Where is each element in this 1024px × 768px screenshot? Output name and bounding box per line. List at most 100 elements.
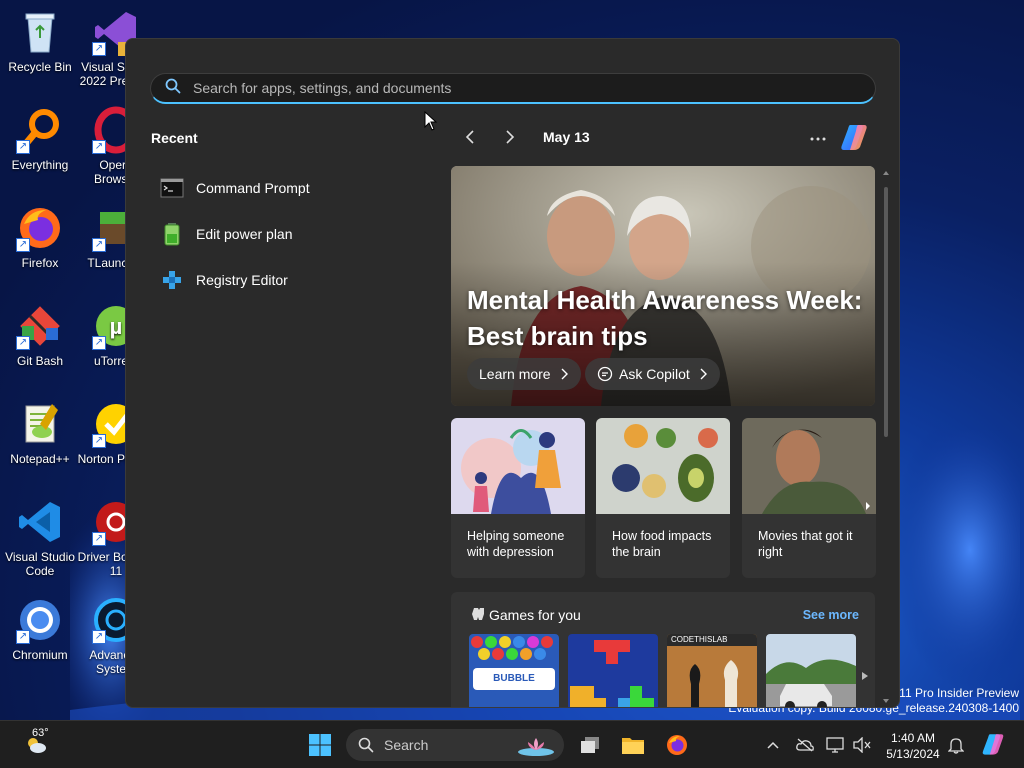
desktop-icon-label: Visual Studio Code bbox=[5, 550, 75, 578]
copilot-taskbar-button[interactable] bbox=[980, 731, 1006, 757]
clock-date: 5/13/2024 bbox=[886, 747, 940, 761]
copilot-icon bbox=[982, 734, 1004, 755]
file-explorer-button[interactable] bbox=[613, 725, 653, 765]
desktop-icon-recycle-bin[interactable]: Recycle Bin bbox=[0, 8, 80, 74]
search-icon bbox=[358, 737, 374, 753]
show-hidden-icons-button[interactable] bbox=[763, 735, 783, 755]
network-tray-button[interactable] bbox=[825, 735, 845, 755]
weather-temp: 63° bbox=[32, 727, 49, 739]
desktop-icon-label: Notepad++ bbox=[10, 452, 70, 466]
shortcut-arrow-icon: ↗ bbox=[92, 532, 106, 546]
chevron-right-icon bbox=[506, 130, 515, 144]
recent-item-edit-power-plan[interactable]: Edit power plan bbox=[160, 211, 410, 257]
volume-tray-button[interactable] bbox=[852, 735, 872, 755]
scrollbar-thumb[interactable] bbox=[884, 187, 888, 437]
shortcut-arrow-icon: ↗ bbox=[92, 140, 106, 154]
start-search-box[interactable] bbox=[150, 73, 876, 104]
search-highlight-lotus-icon bbox=[518, 738, 554, 756]
speaker-muted-icon bbox=[853, 737, 871, 753]
recent-item-label: Command Prompt bbox=[196, 180, 310, 196]
desktop-icon-everything[interactable]: ↗ Everything bbox=[0, 106, 80, 172]
recent-list: Command Prompt Edit power plan Registry … bbox=[160, 165, 410, 303]
feed-back-button[interactable] bbox=[459, 126, 481, 148]
card-caption: Movies that got it right bbox=[758, 529, 853, 559]
learn-more-button[interactable]: Learn more bbox=[467, 358, 581, 390]
vscode-icon bbox=[16, 498, 64, 546]
firefox-taskbar-button[interactable] bbox=[657, 725, 697, 765]
start-button[interactable] bbox=[300, 725, 340, 765]
taskbar-search-label: Search bbox=[384, 737, 429, 753]
search-icon bbox=[165, 78, 181, 99]
games-section: Games for you See more BUBBLE SHOOTER CO… bbox=[451, 592, 875, 707]
chevron-left-icon bbox=[465, 130, 474, 144]
desktop-icon-label: Chromium bbox=[12, 648, 68, 662]
hero-title: Mental Health Awareness Week: Best brain… bbox=[467, 285, 863, 351]
taskbar-search[interactable]: Search bbox=[346, 729, 564, 761]
copilot-icon bbox=[841, 125, 867, 150]
hero-card[interactable]: Mental Health Awareness Week: Best brain… bbox=[451, 166, 875, 406]
windows-logo-icon bbox=[309, 734, 331, 756]
desktop-icon-vscode[interactable]: Visual Studio Code bbox=[0, 498, 80, 578]
taskbar: 63° Search 1:40 AM 5/13/2024 bbox=[0, 720, 1024, 768]
cloud-offline-icon bbox=[796, 738, 814, 752]
desktop-icon-firefox[interactable]: ↗ Firefox bbox=[0, 204, 80, 270]
scroll-up-icon bbox=[883, 171, 889, 175]
registry-editor-icon bbox=[160, 268, 184, 292]
desktop-icon-chromium[interactable]: ↗ Chromium bbox=[0, 596, 80, 662]
shortcut-arrow-icon: ↗ bbox=[16, 336, 30, 350]
gamepad-icon bbox=[471, 606, 487, 627]
game-tile-label: CODETHISLAB bbox=[671, 635, 728, 644]
game-thumbnail bbox=[766, 634, 856, 707]
svg-text:µ: µ bbox=[110, 314, 123, 339]
task-view-button[interactable] bbox=[570, 725, 610, 765]
firefox-icon: ↗ bbox=[16, 204, 64, 252]
feed-more-button[interactable] bbox=[808, 127, 828, 147]
ask-copilot-button[interactable]: Ask Copilot bbox=[585, 358, 720, 390]
weather-widget[interactable]: 63° bbox=[14, 725, 58, 765]
ask-copilot-label: Ask Copilot bbox=[619, 366, 690, 382]
games-see-more-link[interactable]: See more bbox=[803, 608, 859, 622]
chevron-right-icon bbox=[561, 368, 568, 380]
folder-icon bbox=[622, 738, 644, 754]
card-image bbox=[596, 418, 730, 514]
desktop-icon-notepad-plus-plus[interactable]: Notepad++ bbox=[0, 400, 80, 466]
recent-item-command-prompt[interactable]: Command Prompt bbox=[160, 165, 410, 211]
feed-card-food-brain[interactable]: How food impacts the brain bbox=[596, 418, 730, 578]
power-plan-icon bbox=[160, 222, 184, 246]
games-title: Games for you bbox=[489, 607, 581, 623]
recent-item-registry-editor[interactable]: Registry Editor bbox=[160, 257, 410, 303]
start-menu: Recent Command Prompt Edit power plan Re… bbox=[125, 38, 900, 708]
copilot-button[interactable] bbox=[838, 121, 870, 153]
feed-forward-button[interactable] bbox=[499, 126, 521, 148]
shortcut-arrow-icon: ↗ bbox=[92, 42, 106, 56]
game-thumbnail bbox=[568, 634, 658, 707]
feed-card-movies[interactable]: Movies that got it right bbox=[742, 418, 876, 578]
feed-scrollbar[interactable] bbox=[882, 167, 890, 707]
notifications-button[interactable] bbox=[946, 735, 966, 755]
onedrive-tray-button[interactable] bbox=[795, 735, 815, 755]
game-tile-label: BUBBLE SHOOTER bbox=[489, 673, 539, 700]
game-tile-chess[interactable]: CODETHISLAB bbox=[667, 634, 757, 707]
command-prompt-icon bbox=[160, 176, 184, 200]
card-caption: Helping someone with depression bbox=[467, 529, 565, 559]
card-image bbox=[742, 418, 876, 514]
game-tile-blocks[interactable] bbox=[568, 634, 658, 707]
recent-heading: Recent bbox=[151, 130, 198, 146]
feed-card-depression[interactable]: Helping someone with depression bbox=[451, 418, 585, 578]
scroll-down-icon bbox=[883, 699, 889, 703]
taskbar-clock[interactable]: 1:40 AM 5/13/2024 bbox=[880, 730, 946, 762]
desktop-icon-git-bash[interactable]: ↗ Git Bash bbox=[0, 302, 80, 368]
game-tile-racing[interactable] bbox=[766, 634, 856, 707]
notepad-plus-plus-icon bbox=[16, 400, 64, 448]
desktop-icon-label: Git Bash bbox=[16, 354, 64, 368]
recent-item-label: Registry Editor bbox=[196, 272, 288, 288]
task-view-icon bbox=[581, 737, 599, 753]
game-tile-bubble-shooter[interactable]: BUBBLE SHOOTER bbox=[469, 634, 559, 707]
start-search-input[interactable] bbox=[193, 80, 793, 96]
card-image bbox=[451, 418, 585, 514]
shortcut-arrow-icon: ↗ bbox=[92, 336, 106, 350]
card-caption: How food impacts the brain bbox=[612, 529, 712, 559]
games-scroll-right-icon[interactable] bbox=[861, 668, 869, 686]
clock-time: 1:40 AM bbox=[890, 731, 936, 745]
everything-icon: ↗ bbox=[16, 106, 64, 154]
